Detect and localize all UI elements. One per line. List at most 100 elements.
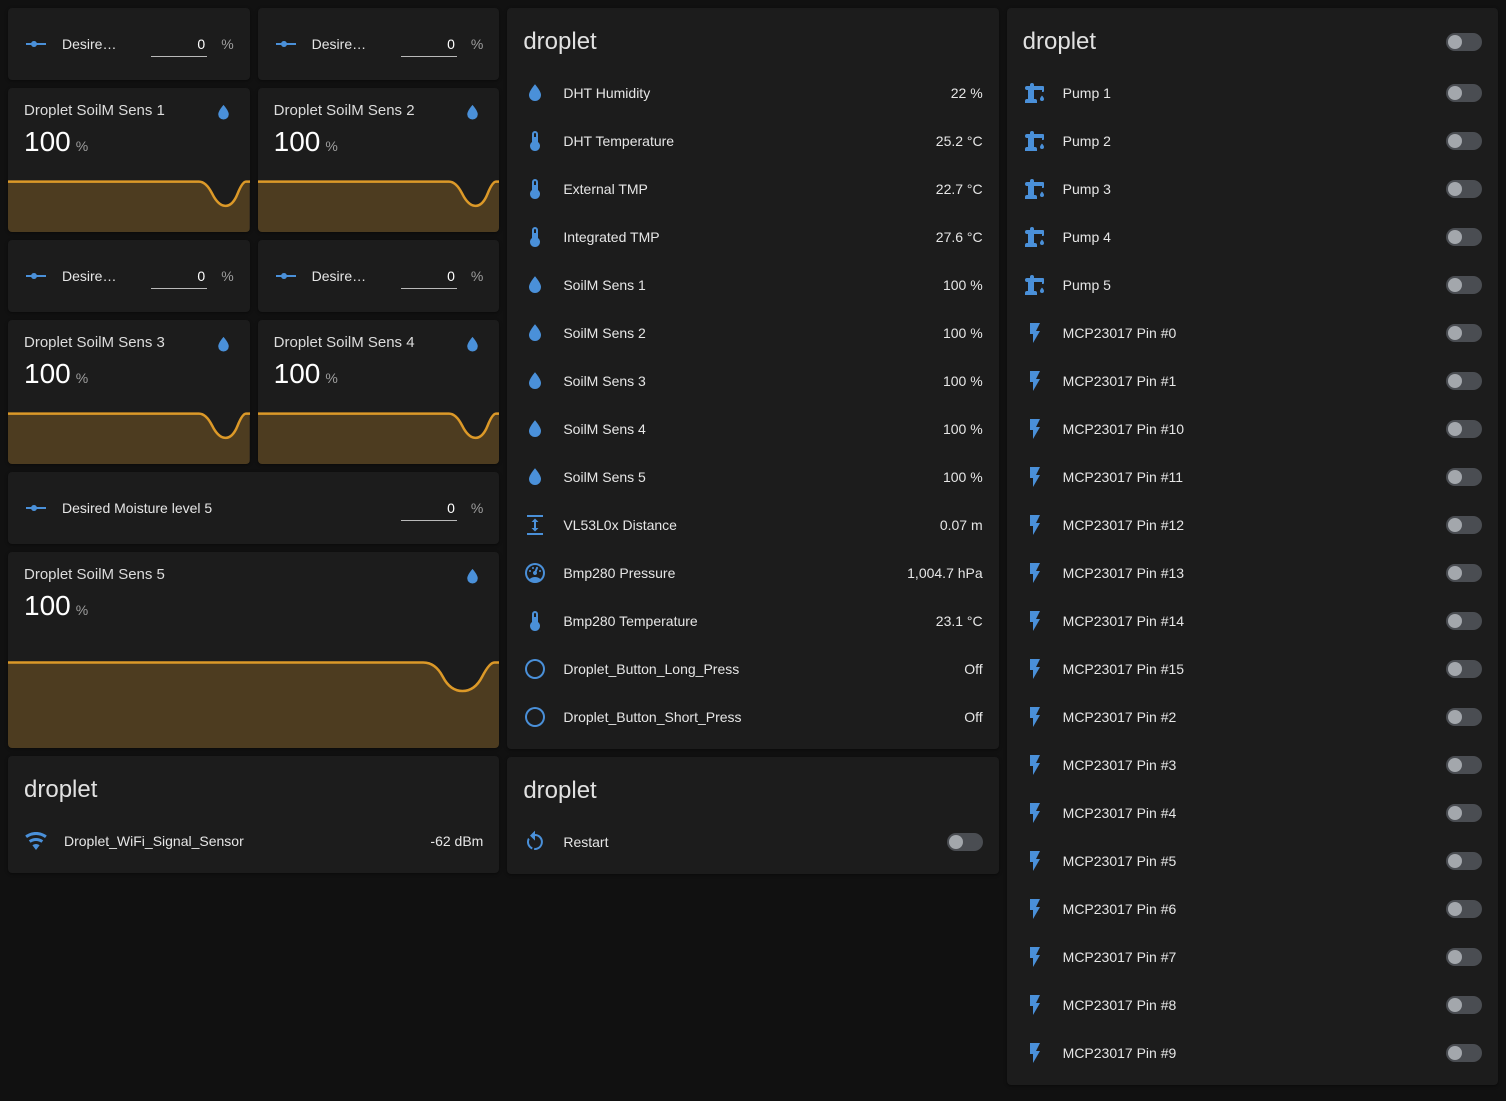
entity-row[interactable]: Droplet_WiFi_Signal_Sensor -62 dBm [8,817,499,865]
thermometer-icon [523,177,547,201]
soil-moisture-sensor-card-3[interactable]: Droplet SoilM Sens 3 100% [8,320,250,464]
switch-row[interactable]: Pump 3 [1007,165,1498,213]
restart-toggle[interactable] [947,833,983,851]
entity-row[interactable]: DHT Humidity22 % [507,69,998,117]
switch-row[interactable]: MCP23017 Pin #5 [1007,837,1498,885]
group-toggle[interactable] [1446,33,1482,51]
entity-name: SoilM Sens 3 [563,373,927,389]
switch-row[interactable]: Pump 5 [1007,261,1498,309]
desired-value-input[interactable] [151,264,207,289]
toggle-switch[interactable] [1446,180,1482,198]
entity-name: MCP23017 Pin #2 [1063,709,1430,725]
toggle-switch[interactable] [1446,420,1482,438]
switch-row[interactable]: MCP23017 Pin #12 [1007,501,1498,549]
entity-row[interactable]: VL53L0x Distance0.07 m [507,501,998,549]
soil-moisture-sensor-card-1[interactable]: Droplet SoilM Sens 1 100% [8,88,250,232]
toggle-switch[interactable] [1446,84,1482,102]
toggle-switch[interactable] [1446,948,1482,966]
desired-value-input[interactable] [401,496,457,521]
toggle-switch[interactable] [1446,660,1482,678]
toggle-switch[interactable] [1446,804,1482,822]
entity-name: Droplet_Button_Short_Press [563,709,948,725]
toggle-switch[interactable] [1446,372,1482,390]
switch-row[interactable]: MCP23017 Pin #14 [1007,597,1498,645]
pump-icon [1023,129,1047,153]
switch-row[interactable]: MCP23017 Pin #10 [1007,405,1498,453]
switch-row[interactable]: Pump 1 [1007,69,1498,117]
switch-row[interactable]: Pump 4 [1007,213,1498,261]
switch-row[interactable]: MCP23017 Pin #4 [1007,789,1498,837]
entity-row[interactable]: DHT Temperature25.2 °C [507,117,998,165]
toggle-switch[interactable] [1446,612,1482,630]
desired-moisture-card-4[interactable]: Desired ... % [258,240,500,312]
entity-row[interactable]: SoilM Sens 2100 % [507,309,998,357]
sensor-card-header: Droplet SoilM Sens 2 [258,88,500,123]
entity-name: Integrated TMP [563,229,919,245]
water-icon [523,273,547,297]
entity-name: MCP23017 Pin #3 [1063,757,1430,773]
toggle-switch[interactable] [1446,708,1482,726]
switch-row[interactable]: MCP23017 Pin #3 [1007,741,1498,789]
entity-row[interactable]: Integrated TMP27.6 °C [507,213,998,261]
switch-row[interactable]: MCP23017 Pin #0 [1007,309,1498,357]
entity-state: 23.1 °C [936,613,983,629]
toggle-switch[interactable] [1446,468,1482,486]
entity-row[interactable]: Droplet_Button_Long_PressOff [507,645,998,693]
desired-moisture-card-5[interactable]: Desired Moisture level 5 % [8,472,499,544]
flash-icon [1023,513,1047,537]
flash-icon [1023,657,1047,681]
entity-row[interactable]: Bmp280 Pressure1,004.7 hPa [507,549,998,597]
toggle-knob [1448,230,1462,244]
entity-row[interactable]: SoilM Sens 1100 % [507,261,998,309]
toggle-switch[interactable] [1446,132,1482,150]
toggle-switch[interactable] [1446,324,1482,342]
entity-row[interactable]: Bmp280 Temperature 23.1 °C [507,597,998,645]
switch-row[interactable]: MCP23017 Pin #1 [1007,357,1498,405]
toggle-knob [1448,1046,1462,1060]
toggle-switch[interactable] [1446,852,1482,870]
flash-icon [1023,369,1047,393]
sensor-value-unit: % [325,370,337,386]
toggle-switch[interactable] [1446,1044,1482,1062]
desired-moisture-card-3[interactable]: Desired ... % [8,240,250,312]
entity-row[interactable]: External TMP22.7 °C [507,165,998,213]
toggle-switch[interactable] [1446,996,1482,1014]
toggle-switch[interactable] [1446,564,1482,582]
entity-state: 0.07 m [940,517,983,533]
sensor-value-unit: % [76,602,88,618]
desired-value-input[interactable] [401,264,457,289]
switch-row[interactable]: MCP23017 Pin #6 [1007,885,1498,933]
switch-row[interactable]: MCP23017 Pin #7 [1007,933,1498,981]
entity-row[interactable]: Droplet_Button_Short_PressOff [507,693,998,741]
desired-value-input[interactable] [401,32,457,57]
soil-moisture-sensor-card-4[interactable]: Droplet SoilM Sens 4 100% [258,320,500,464]
toggle-switch[interactable] [1446,756,1482,774]
switch-row[interactable]: MCP23017 Pin #11 [1007,453,1498,501]
desired-value-input[interactable] [151,32,207,57]
toggle-switch[interactable] [1446,228,1482,246]
desired-moisture-card-1[interactable]: Desired ... % [8,8,250,80]
entity-name: Bmp280 Temperature [563,613,919,629]
restart-row[interactable]: Restart [507,818,998,866]
entity-row[interactable]: SoilM Sens 4100 % [507,405,998,453]
switch-row[interactable]: MCP23017 Pin #8 [1007,981,1498,1029]
desired-moisture-card-2[interactable]: Desired ... % [258,8,500,80]
toggle-switch[interactable] [1446,276,1482,294]
entity-row[interactable]: SoilM Sens 5100 % [507,453,998,501]
switch-row[interactable]: MCP23017 Pin #15 [1007,645,1498,693]
flash-icon [1023,417,1047,441]
toggle-switch[interactable] [1446,516,1482,534]
switch-row[interactable]: MCP23017 Pin #2 [1007,693,1498,741]
switch-row[interactable]: MCP23017 Pin #9 [1007,1029,1498,1077]
switch-rows: Pump 1Pump 2Pump 3Pump 4Pump 5MCP23017 P… [1007,69,1498,1085]
entity-name: MCP23017 Pin #1 [1063,373,1430,389]
entity-row[interactable]: SoilM Sens 3100 % [507,357,998,405]
thermometer-icon [523,225,547,249]
switch-row[interactable]: MCP23017 Pin #13 [1007,549,1498,597]
slider-icon [24,264,48,288]
toggle-switch[interactable] [1446,900,1482,918]
soil-moisture-sensor-card-2[interactable]: Droplet SoilM Sens 2 100% [258,88,500,232]
entity-name: DHT Humidity [563,85,934,101]
switch-row[interactable]: Pump 2 [1007,117,1498,165]
soil-moisture-sensor-card-5[interactable]: Droplet SoilM Sens 5 100% [8,552,499,748]
